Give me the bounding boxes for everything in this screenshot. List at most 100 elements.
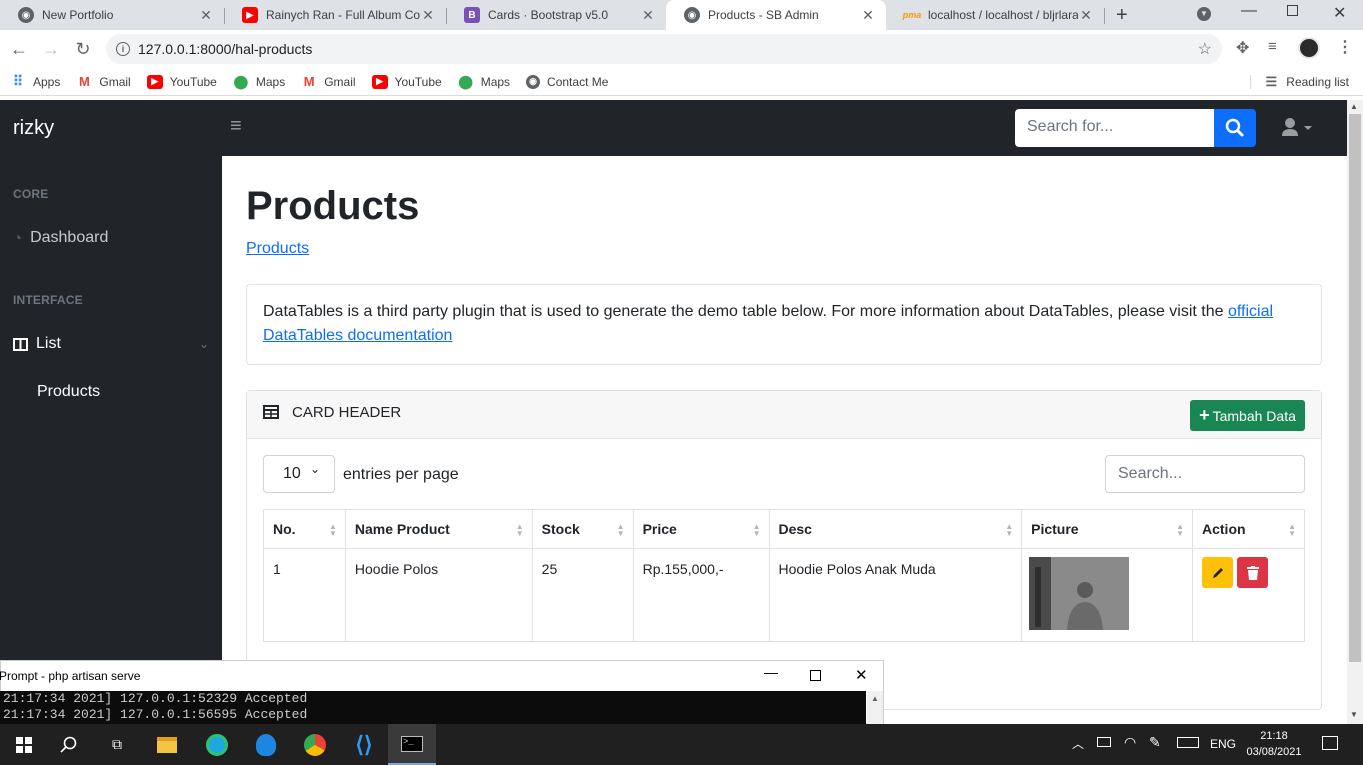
tab-bootstrap[interactable]: B Cards · Bootstrap v5.0 ✕ — [446, 0, 666, 30]
profile-avatar[interactable] — [1298, 37, 1320, 59]
breadcrumb[interactable]: Products — [246, 240, 309, 258]
reading-list[interactable]: ☰ Reading list — [1250, 74, 1349, 89]
bookmark-gmail[interactable]: M Gmail — [76, 74, 131, 89]
cmd-taskbar-icon[interactable]: >_ — [388, 724, 436, 765]
forward-arrow-icon[interactable]: → — [38, 36, 64, 62]
window-close-icon[interactable]: ✕ — [1333, 3, 1346, 23]
entries-select[interactable]: 10 ⌄ — [263, 455, 335, 493]
sort-icon: ▲ ▼ — [1176, 522, 1184, 538]
close-icon[interactable]: ✕ — [860, 7, 876, 24]
reload-icon[interactable]: ↻ — [70, 36, 96, 62]
edit-button[interactable] — [1202, 557, 1233, 588]
app-icon[interactable] — [242, 724, 290, 765]
chrome-menu-icon[interactable]: ⋮ — [1337, 37, 1353, 57]
navbar-brand[interactable]: rizky — [13, 117, 54, 140]
page-title: Products — [246, 184, 420, 228]
sidebar-item-dashboard[interactable]: ◔ Dashboard — [13, 229, 108, 247]
close-icon[interactable]: ✕ — [640, 7, 656, 24]
column-header-name-product[interactable]: Name Product ▲ ▼ — [344, 509, 533, 549]
bookmark-maps[interactable]: ⬤ Maps — [233, 74, 286, 89]
restore-icon[interactable] — [1287, 5, 1298, 16]
close-icon[interactable]: ✕ — [198, 7, 214, 24]
tab-products-active[interactable]: ◉ Products - SB Admin ✕ — [666, 0, 886, 30]
table-row: 1 Hoodie Polos 25 Rp.155,000,- Hoodie Po… — [263, 548, 1305, 642]
delete-button[interactable] — [1237, 557, 1268, 588]
address-bar[interactable]: i 127.0.0.1:8000/hal-products ☆ — [106, 34, 1222, 64]
scroll-up-arrow-icon[interactable]: ▲ — [1350, 102, 1358, 111]
scroll-down-arrow-icon[interactable]: ▼ — [1350, 710, 1358, 719]
keyboard-icon[interactable] — [1177, 737, 1199, 748]
cmd-maximize-icon[interactable] — [810, 670, 821, 681]
tray-chevron-up-icon[interactable]: ︿ — [1072, 735, 1084, 752]
column-header-price[interactable]: Price ▲ ▼ — [632, 509, 770, 549]
bookmark-gmail-2[interactable]: M Gmail — [301, 74, 356, 89]
windows-taskbar: ⧉ ⟨⟩ >_ ︿ ◠ ✎ ENG 21:18 03/08/2021 — [0, 724, 1363, 765]
media-queue-icon[interactable]: ≡ — [1268, 38, 1277, 55]
cell-picture — [1021, 548, 1193, 642]
user-dropdown[interactable] — [1281, 117, 1315, 142]
search-input[interactable]: Search for... — [1015, 109, 1214, 147]
bookmark-maps-2[interactable]: ⬤ Maps — [458, 73, 510, 89]
bookmark-youtube-2[interactable]: ▶ YouTube — [371, 74, 442, 89]
column-header-action[interactable]: Action ▲ ▼ — [1192, 509, 1305, 549]
close-icon[interactable]: ✕ — [420, 7, 436, 24]
cmd-scrollbar[interactable]: ▲ — [867, 691, 883, 724]
clock[interactable]: 21:18 03/08/2021 — [1246, 728, 1302, 760]
gmail-icon: M — [303, 74, 315, 89]
cmd-title: Prompt - php artisan serve — [0, 669, 141, 683]
cmd-minimize-icon[interactable]: — — [764, 664, 778, 680]
wifi-icon[interactable]: ◠ — [1124, 734, 1136, 751]
sidebar-toggle-icon[interactable]: ≡ — [230, 115, 242, 138]
column-header-stock[interactable]: Stock ▲ ▼ — [531, 509, 634, 549]
bookmark-contact-me[interactable]: ◉ Contact Me — [526, 74, 608, 89]
add-data-button[interactable]: + Tambah Data — [1190, 400, 1305, 431]
chrome-icon[interactable] — [291, 724, 339, 765]
cell-stock: 25 — [531, 548, 634, 642]
new-tab-plus-icon[interactable]: + — [1116, 4, 1128, 27]
clock-time: 21:18 — [1260, 730, 1288, 742]
sidebar-item-products[interactable]: Products — [37, 383, 100, 401]
battery-icon[interactable] — [1097, 737, 1111, 747]
tachometer-icon: ◔ — [13, 229, 23, 247]
notifications-icon[interactable] — [1322, 736, 1338, 750]
columns-icon — [13, 337, 28, 351]
windows-start-icon[interactable] — [0, 724, 48, 765]
minimize-icon[interactable]: — — [1241, 2, 1257, 20]
site-info-icon[interactable]: i — [116, 42, 130, 56]
sidebar-item-list[interactable]: List ⌄ — [13, 335, 209, 353]
bookmark-apps[interactable]: ⠿ Apps — [10, 73, 61, 89]
tab-search-chevron-icon[interactable]: ▼ — [1197, 7, 1211, 21]
sort-icon: ▲ ▼ — [1005, 522, 1014, 538]
tab-youtube[interactable]: ▶ Rainych Ran - Full Album Cov ✕ — [224, 0, 446, 30]
taskbar-search-icon[interactable] — [45, 724, 93, 765]
card-header-title: CARD HEADER — [292, 404, 402, 421]
product-photo — [1029, 557, 1130, 630]
table-icon — [263, 405, 279, 419]
file-explorer-icon[interactable] — [143, 724, 191, 765]
back-arrow-icon[interactable]: ← — [6, 36, 32, 62]
search-button[interactable] — [1214, 109, 1256, 147]
pen-icon[interactable]: ✎ — [1149, 734, 1161, 751]
close-icon[interactable]: ✕ — [1078, 7, 1094, 24]
bookmark-star-icon[interactable]: ☆ — [1198, 39, 1212, 59]
page-scrollbar[interactable]: ▲ ▼ — [1347, 100, 1363, 724]
edge-browser-icon[interactable] — [193, 724, 241, 765]
cmd-close-icon[interactable]: ✕ — [855, 666, 868, 684]
extensions-puzzle-icon[interactable]: ✥ — [1236, 38, 1249, 58]
entries-label: entries per page — [343, 466, 459, 483]
bootstrap-icon: B — [464, 7, 480, 23]
maps-pin-icon: ⬤ — [458, 73, 473, 89]
youtube-icon: ▶ — [371, 74, 388, 89]
tab-phpmyadmin[interactable]: pma localhost / localhost / bljrlara ✕ — [886, 0, 1104, 30]
task-view-icon[interactable]: ⧉ — [93, 724, 141, 765]
bookmarks-bar: ⠿ Apps M Gmail ▶ YouTube ⬤ Maps M Gmail … — [0, 68, 1363, 96]
column-header-picture[interactable]: Picture ▲ ▼ — [1021, 509, 1193, 549]
column-header-no[interactable]: No. ▲ ▼ — [263, 509, 346, 549]
vscode-icon[interactable]: ⟨⟩ — [340, 724, 388, 765]
language-indicator[interactable]: ENG — [1210, 737, 1236, 751]
column-header-desc[interactable]: Desc ▲ ▼ — [768, 509, 1023, 549]
tab-new-portfolio[interactable]: ◉ New Portfolio ✕ — [0, 0, 224, 30]
table-search-input[interactable]: Search... — [1105, 455, 1305, 493]
scrollbar-thumb[interactable] — [1349, 114, 1361, 662]
bookmark-youtube[interactable]: ▶ YouTube — [146, 74, 217, 89]
